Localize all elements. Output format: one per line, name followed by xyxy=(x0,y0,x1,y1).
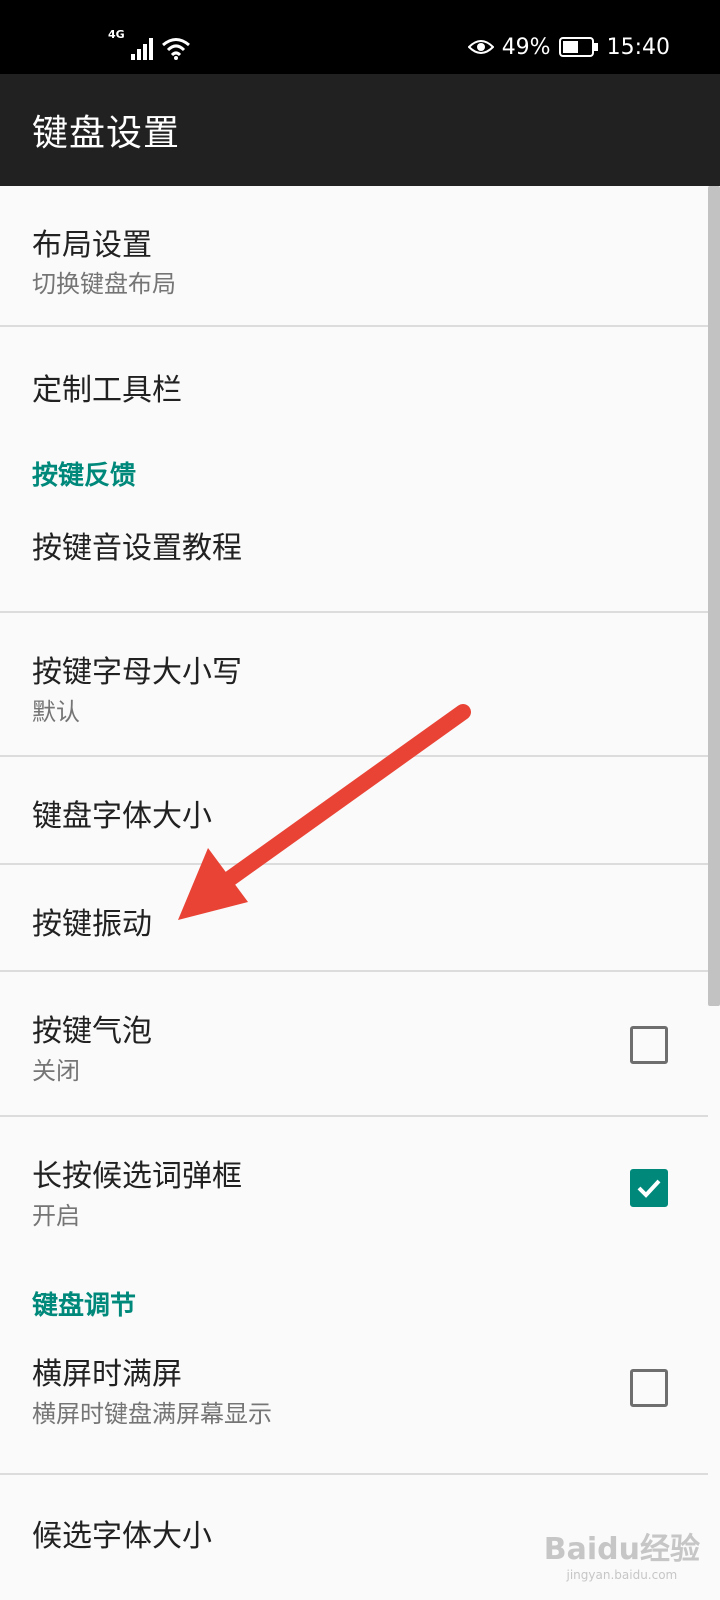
setting-longpress-popup[interactable]: 长按候选词弹框 开启 xyxy=(0,1117,708,1261)
scrollbar[interactable] xyxy=(708,186,720,1006)
wifi-icon xyxy=(161,38,190,60)
setting-title: 键盘字体大小 xyxy=(32,799,212,834)
setting-toolbar[interactable]: 定制工具栏 xyxy=(0,327,708,431)
longpress-popup-checkbox[interactable] xyxy=(630,1169,668,1207)
setting-title: 定制工具栏 xyxy=(32,373,182,408)
setting-title: 候选字体大小 xyxy=(32,1519,212,1554)
setting-title: 按键字母大小写 xyxy=(32,655,242,690)
watermark-url: jingyan.baidu.com xyxy=(566,1568,678,1582)
setting-key-case[interactable]: 按键字母大小写 默认 xyxy=(0,613,708,757)
status-bar: 4G 49% 15:40 xyxy=(0,0,720,74)
setting-font-size[interactable]: 键盘字体大小 xyxy=(0,757,708,865)
setting-subtitle: 默认 xyxy=(32,698,80,726)
network-type: 4G xyxy=(108,28,125,41)
app-bar: 键盘设置 xyxy=(0,74,720,186)
category-key-feedback: 按键反馈 xyxy=(0,431,708,503)
setting-layout[interactable]: 布局设置 切换键盘布局 xyxy=(0,186,708,327)
watermark-logo: Baidu经验 xyxy=(543,1532,700,1567)
category-title: 键盘调节 xyxy=(32,1291,137,1321)
setting-subtitle: 关闭 xyxy=(32,1057,80,1085)
setting-key-bubble[interactable]: 按键气泡 关闭 xyxy=(0,972,708,1117)
clock: 15:40 xyxy=(606,34,670,60)
battery-icon xyxy=(558,37,598,57)
setting-key-sound-tutorial[interactable]: 按键音设置教程 xyxy=(0,503,708,613)
setting-title: 按键音设置教程 xyxy=(32,531,242,566)
category-title: 按键反馈 xyxy=(32,461,137,491)
signal-icon xyxy=(130,38,153,60)
setting-key-vibration[interactable]: 按键振动 xyxy=(0,865,708,972)
setting-subtitle: 切换键盘布局 xyxy=(32,270,176,298)
status-left: 4G xyxy=(108,28,191,60)
setting-title: 横屏时满屏 xyxy=(32,1357,182,1392)
landscape-fullscreen-checkbox[interactable] xyxy=(630,1369,668,1407)
eye-icon xyxy=(467,40,494,54)
setting-landscape-fullscreen[interactable]: 横屏时满屏 横屏时键盘满屏幕显示 xyxy=(0,1333,708,1475)
key-bubble-checkbox[interactable] xyxy=(630,1026,668,1064)
setting-title: 长按候选词弹框 xyxy=(32,1159,242,1194)
setting-title: 按键气泡 xyxy=(32,1014,152,1049)
setting-subtitle: 开启 xyxy=(32,1202,80,1230)
status-right: 49% 15:40 xyxy=(467,30,670,64)
category-keyboard-adjust: 键盘调节 xyxy=(0,1261,708,1333)
setting-subtitle: 横屏时键盘满屏幕显示 xyxy=(32,1400,272,1428)
setting-title: 按键振动 xyxy=(32,907,152,942)
settings-list: 布局设置 切换键盘布局 定制工具栏 按键反馈 按键音设置教程 按键字母大小写 默… xyxy=(0,186,708,1575)
setting-title: 布局设置 xyxy=(32,228,152,263)
watermark: Baidu经验 jingyan.baidu.com xyxy=(544,1524,700,1582)
page-title: 键盘设置 xyxy=(32,113,181,154)
check-icon xyxy=(637,1179,661,1198)
battery-percent: 49% xyxy=(501,34,551,60)
